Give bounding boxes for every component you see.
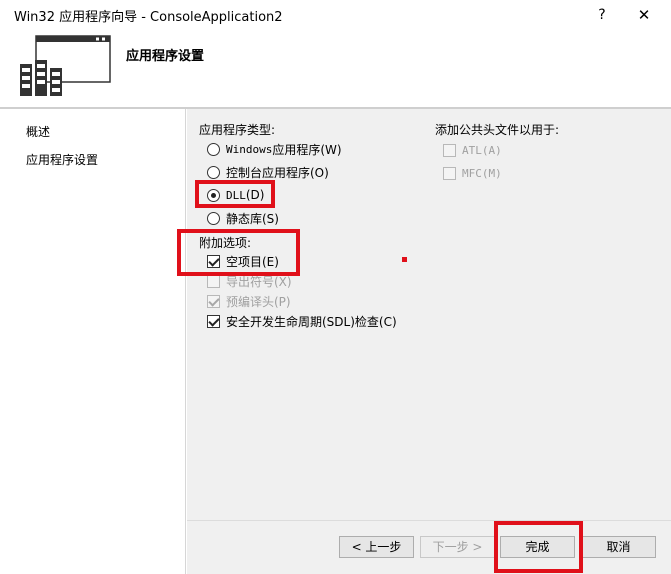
radio-console-app[interactable]: 控制台应用程序(O) [207, 163, 329, 181]
wizard-window-icon [20, 35, 111, 96]
annotation-dot [402, 257, 407, 262]
checkbox-atl: ATL(A) [443, 141, 502, 159]
checkbox [443, 166, 456, 180]
checkbox [207, 274, 220, 288]
radio-prefix: Windows [226, 142, 273, 156]
annotation-box-extra-options [177, 229, 300, 276]
checkbox-sdl-checks[interactable]: 安全开发生命周期(SDL)检查(C) [207, 312, 397, 330]
radio-label: 应用程序(W) [272, 142, 342, 157]
annotation-box-finish [494, 521, 583, 573]
close-button[interactable]: ✕ [632, 4, 656, 26]
sidebar-item-app-settings[interactable]: 应用程序设置 [26, 151, 98, 168]
checkbox [207, 294, 220, 308]
title-bar: Win32 应用程序向导 - ConsoleApplication2 ? ✕ [0, 0, 671, 30]
checkbox-label: 预编译头(P) [226, 294, 291, 309]
checkbox[interactable] [207, 314, 220, 328]
wizard-header: 应用程序设置 [0, 30, 671, 100]
radio-windows-app[interactable]: Windows 应用程序(W) [207, 140, 342, 158]
radio-label: 控制台应用程序(O) [226, 165, 329, 180]
prev-button[interactable]: < 上一步 [339, 536, 414, 558]
settings-panel: 应用程序类型: Windows 应用程序(W) 控制台应用程序(O) DLL (… [187, 109, 671, 520]
checkbox-precompiled-header: 预编译头(P) [207, 292, 291, 310]
checkbox-mfc: MFC(M) [443, 164, 502, 182]
radio-button[interactable] [207, 142, 220, 156]
common-headers-label: 添加公共头文件以用于: [435, 123, 560, 137]
page-title: 应用程序设置 [126, 49, 205, 64]
sidebar-item-overview[interactable]: 概述 [26, 123, 50, 140]
annotation-box-dll [195, 180, 275, 208]
checkbox-label: 安全开发生命周期(SDL)检查(C) [226, 314, 397, 329]
checkbox [443, 143, 456, 157]
radio-static-lib[interactable]: 静态库(S) [207, 209, 279, 227]
radio-button[interactable] [207, 211, 220, 225]
app-type-label: 应用程序类型: [199, 123, 276, 137]
radio-label: 静态库(S) [226, 211, 279, 226]
next-button: 下一步 > [420, 536, 495, 558]
cancel-button[interactable]: 取消 [581, 536, 656, 558]
radio-button[interactable] [207, 165, 220, 179]
window-title: Win32 应用程序向导 - ConsoleApplication2 [14, 10, 283, 25]
checkbox-label: ATL(A) [462, 143, 502, 157]
checkbox-label: MFC(M) [462, 166, 502, 180]
help-button[interactable]: ? [590, 4, 614, 26]
wizard-sidebar: 概述 应用程序设置 [0, 109, 186, 574]
